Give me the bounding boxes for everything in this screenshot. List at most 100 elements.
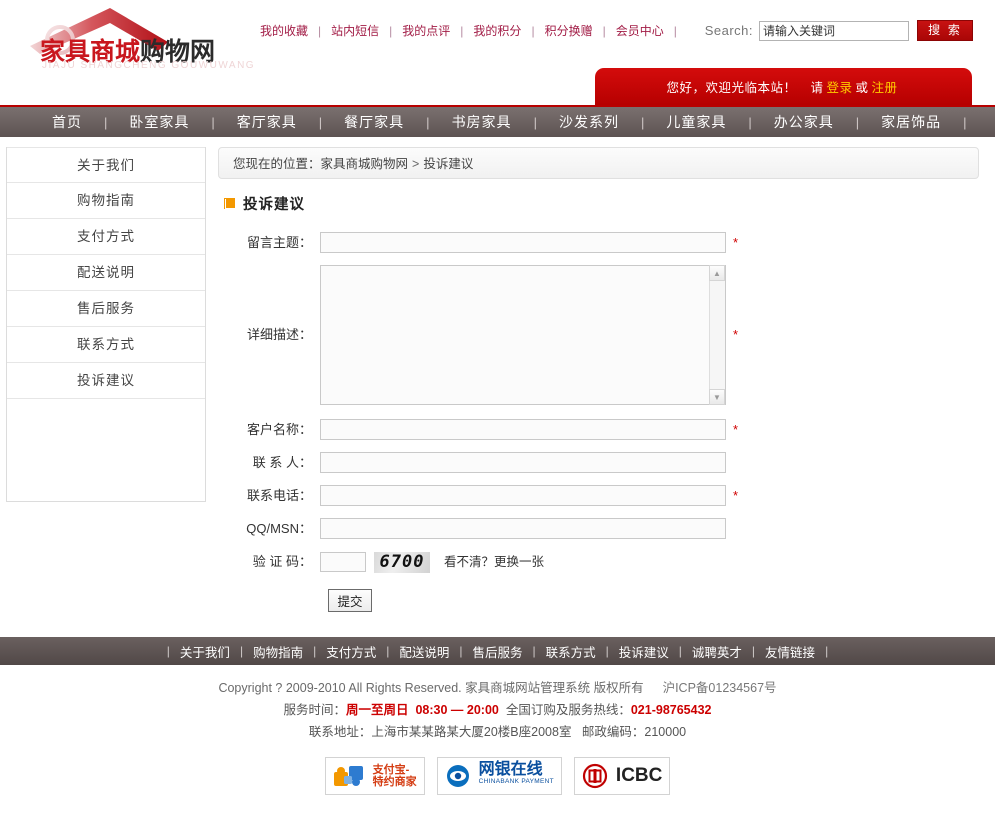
- copyright-text: Copyright ? 2009-2010 All Rights Reserve…: [218, 681, 644, 695]
- submit-button[interactable]: 提交: [328, 589, 372, 613]
- service-hours: 08:30 — 20:00: [415, 703, 499, 717]
- sidebar-item-about[interactable]: 关于我们: [7, 147, 205, 183]
- nav-item-decor[interactable]: 家居饰品: [859, 112, 963, 132]
- login-link[interactable]: 登录: [823, 77, 855, 96]
- sidebar-item-delivery[interactable]: 配送说明: [7, 255, 205, 291]
- footer-service-line: 服务时间：周一至周日 08:30 — 20:00 全国订购及服务热线：021-9…: [0, 699, 995, 721]
- welcome-greeting: 您好，欢迎光临本站！: [666, 81, 797, 95]
- address-text: 上海市某某路某大厦20楼B座2008室: [371, 725, 572, 739]
- scroll-down-icon[interactable]: ▼: [709, 389, 725, 405]
- alipay-line1: 支付宝-: [372, 764, 410, 776]
- contact-field-wrap: [320, 452, 726, 473]
- content-area: 关于我们 购物指南 支付方式 配送说明 售后服务 联系方式 投诉建议 您现在的位…: [0, 137, 995, 617]
- nav-item-bedroom[interactable]: 卧室家具: [107, 112, 211, 132]
- qqmsn-label: QQ/MSN：: [246, 521, 312, 536]
- footer-link-contact[interactable]: 联系方式: [536, 642, 606, 661]
- search-input[interactable]: [759, 20, 909, 41]
- phone-field-wrap: *: [320, 485, 738, 507]
- detail-field-wrap: ▲ ▼ *: [320, 265, 738, 408]
- logo-subtitle: JIAJU SHANGCHENG GOUWUWANG: [42, 60, 256, 71]
- required-asterisk: *: [733, 488, 739, 503]
- textarea-wrap: ▲ ▼: [320, 265, 726, 408]
- detail-textarea[interactable]: [320, 265, 726, 405]
- top-link-points[interactable]: 我的积分: [469, 24, 525, 38]
- breadcrumb-home[interactable]: 家具商城购物网: [321, 157, 409, 171]
- payment-badge-alipay[interactable]: 支付宝- 特约商家: [324, 757, 425, 795]
- link-separator: |: [318, 24, 322, 38]
- sidebar-item-shopping-guide[interactable]: 购物指南: [7, 183, 205, 219]
- payment-badge-icbc[interactable]: ICBC: [573, 757, 671, 795]
- footer-link-delivery[interactable]: 配送说明: [389, 642, 459, 661]
- textarea-scrollbar[interactable]: ▲ ▼: [709, 265, 725, 405]
- payment-badges: 支付宝- 特约商家 网银在线 CHINABANK PAYMENT ICBC: [0, 757, 995, 795]
- qqmsn-input[interactable]: [320, 518, 726, 539]
- top-link-messages[interactable]: 站内短信: [327, 24, 383, 38]
- nav-item-study[interactable]: 书房家具: [430, 112, 534, 132]
- captcha-refresh-link[interactable]: 看不清？更换一张: [444, 555, 544, 569]
- register-link[interactable]: 注册: [869, 77, 901, 96]
- required-asterisk: *: [733, 327, 739, 342]
- captcha-image[interactable]: 6700: [374, 552, 430, 574]
- nav-item-diningroom[interactable]: 餐厅家具: [322, 112, 426, 132]
- main-navigation: 首页 | 卧室家具 | 客厅家具 | 餐厅家具 | 书房家具 | 沙发系列 | 儿童家具 | …: [0, 105, 995, 137]
- sidebar-item-after-sales[interactable]: 售后服务: [7, 291, 205, 327]
- sidebar-item-complaints[interactable]: 投诉建议: [7, 363, 205, 399]
- alipay-text: 支付宝- 特约商家: [373, 764, 417, 788]
- search-area: Search: 搜 索: [705, 20, 973, 41]
- chinabank-eye-icon: [446, 765, 469, 787]
- footer-link-payment[interactable]: 支付方式: [316, 642, 386, 661]
- top-link-points-exchange[interactable]: 积分换赠: [541, 24, 597, 38]
- welcome-please: 请: [810, 81, 824, 95]
- footer-link-about[interactable]: 关于我们: [170, 642, 240, 661]
- icp-number: 沪ICP备01234567号: [662, 681, 777, 695]
- subject-input[interactable]: [320, 232, 726, 253]
- top-link-member-center[interactable]: 会员中心: [612, 24, 668, 38]
- nav-item-home[interactable]: 首页: [30, 112, 104, 132]
- arrow-square-icon: [224, 198, 235, 209]
- contact-input[interactable]: [320, 452, 726, 473]
- service-days: 周一至周日: [346, 703, 409, 717]
- search-button[interactable]: 搜 索: [917, 20, 973, 41]
- link-separator: |: [673, 24, 677, 38]
- chinabank-text: 网银在线 CHINABANK PAYMENT: [478, 761, 554, 788]
- site-logo[interactable]: 家具商城购物网 JIAJU SHANGCHENG GOUWUWANG: [18, 4, 254, 71]
- footer-info: Copyright ? 2009-2010 All Rights Reserve…: [0, 665, 995, 743]
- top-link-reviews[interactable]: 我的点评: [398, 24, 454, 38]
- footer-link-after-sales[interactable]: 售后服务: [462, 642, 532, 661]
- service-time-prefix: 服务时间：: [283, 703, 347, 717]
- section-title-row: 投诉建议: [218, 193, 979, 214]
- complaint-form: 留言主题： * 详细描述： ▲ ▼ * 客户名称： * 联 系 人： 联系电话：…: [218, 232, 979, 613]
- chinabank-name: 网银在线: [478, 761, 543, 778]
- footer-link-shopping-guide[interactable]: 购物指南: [243, 642, 313, 661]
- customer-field-wrap: *: [320, 419, 738, 441]
- footer-links-bar: | 关于我们 | 购物指南 | 支付方式 | 配送说明 | 售后服务 | 联系方式 | 投诉…: [0, 637, 995, 665]
- address-prefix: 联系地址：: [308, 725, 372, 739]
- nav-item-livingroom[interactable]: 客厅家具: [215, 112, 319, 132]
- captcha-field-wrap: 6700 看不清？更换一张: [320, 551, 544, 574]
- payment-badge-chinabank[interactable]: 网银在线 CHINABANK PAYMENT: [436, 757, 562, 795]
- nav-item-children[interactable]: 儿童家具: [644, 112, 748, 132]
- form-row-detail: 详细描述： ▲ ▼ *: [236, 265, 979, 408]
- main-panel: 您现在的位置：家具商城购物网>投诉建议 投诉建议 留言主题： * 详细描述：: [218, 147, 979, 613]
- zip-code: 210000: [644, 725, 687, 739]
- nav-item-sofa[interactable]: 沙发系列: [537, 112, 641, 132]
- footer-link-partners[interactable]: 友情链接: [755, 642, 825, 661]
- footer-separator: |: [825, 644, 829, 658]
- subject-label: 留言主题：: [246, 235, 312, 250]
- phone-input[interactable]: [320, 485, 726, 506]
- icbc-name: ICBC: [615, 765, 663, 786]
- sidebar-item-payment[interactable]: 支付方式: [7, 219, 205, 255]
- footer-link-complaints[interactable]: 投诉建议: [609, 642, 679, 661]
- nav-item-office[interactable]: 办公家具: [752, 112, 856, 132]
- footer-link-careers[interactable]: 诚聘英才: [682, 642, 752, 661]
- scroll-up-icon[interactable]: ▲: [709, 265, 725, 281]
- breadcrumb-prefix: 您现在的位置：: [233, 157, 321, 171]
- site-header: 家具商城购物网 JIAJU SHANGCHENG GOUWUWANG 我的收藏 |…: [0, 0, 995, 105]
- top-utility-links: 我的收藏 | 站内短信 | 我的点评 | 我的积分 | 积分换赠 | 会员中心 |: [256, 22, 683, 39]
- captcha-input[interactable]: [320, 552, 366, 572]
- sidebar-item-contact[interactable]: 联系方式: [7, 327, 205, 363]
- customer-input[interactable]: [320, 419, 726, 440]
- top-link-favorites[interactable]: 我的收藏: [256, 24, 312, 38]
- form-row-customer: 客户名称： *: [236, 419, 979, 441]
- breadcrumb-current: 投诉建议: [423, 157, 474, 171]
